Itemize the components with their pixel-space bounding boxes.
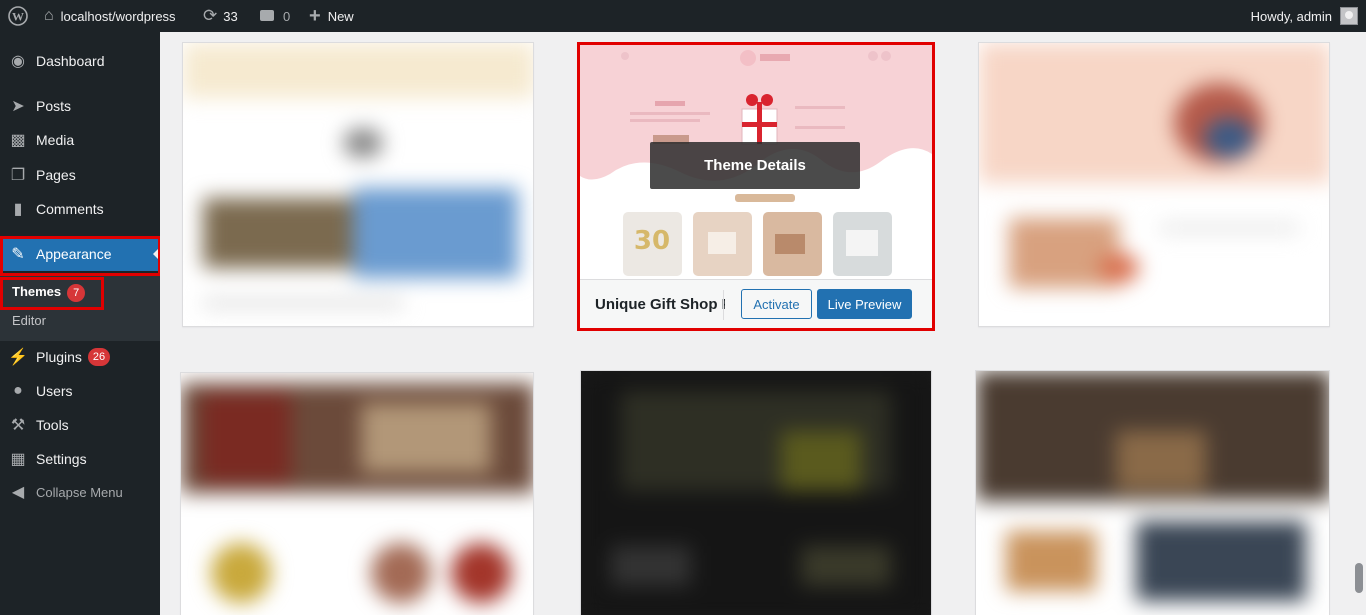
wrench-icon: ⚒ [10,417,26,434]
sidebar-item-label: Plugins [36,349,82,365]
page-scrollbar[interactable] [1352,32,1366,615]
theme-card[interactable] [180,372,534,615]
sidebar-item-label: Tools [36,417,69,433]
sidebar-item-comments[interactable]: ▮ Comments [0,192,160,226]
site-name: localhost/wordpress [60,8,176,24]
settings-sliders-icon: ▦ [10,451,26,468]
activate-button[interactable]: Activate [741,289,812,319]
admin-sidebar: ◉ Dashboard ➤ Posts ▩ Media ❐ Pages ▮ Co… [0,32,160,615]
my-account-link[interactable]: Howdy, admin [1251,0,1358,32]
sidebar-item-label: Comments [36,201,104,217]
sidebar-item-label: Media [36,132,75,148]
sidebar-item-label: Collapse Menu [36,484,123,500]
collapse-arrow-icon: ◀ [11,484,25,501]
comments-link[interactable]: 0 [260,0,290,32]
themes-update-badge: 7 [67,284,86,302]
wordpress-logo-icon[interactable]: W [8,0,28,32]
submenu-item-themes[interactable]: Themes 7 [12,284,86,302]
sidebar-item-label: Settings [36,451,87,467]
sidebar-item-label: Users [36,383,73,399]
sidebar-item-settings[interactable]: ▦ Settings [0,442,160,476]
balloon-number: 30 [634,226,670,256]
howdy-text: Howdy, admin [1250,8,1332,24]
svg-text:W: W [12,10,24,24]
comment-bubble-icon [260,9,274,21]
appearance-submenu: Themes 7 Editor [0,276,160,341]
updates-count: 33 [223,8,238,24]
dashboard-gauge-icon: ◉ [11,53,25,70]
themes-grid: 30 Theme Details Unique Gift Shop Pro Ac… [160,32,1352,615]
plus-icon: + [309,5,321,27]
sidebar-item-label: Posts [36,98,72,114]
site-home-link[interactable]: ⌂ localhost/wordpress [44,0,176,32]
submenu-item-label: Themes [12,284,62,299]
theme-details-label: Theme Details [704,157,806,174]
theme-card[interactable] [580,370,932,615]
avatar [1340,7,1358,25]
theme-details-overlay[interactable]: Theme Details [650,142,860,189]
theme-screenshot [979,43,1329,326]
pages-icon: ❐ [10,167,26,184]
live-preview-button[interactable]: Live Preview [817,289,912,319]
updates-icon: ⟳ [203,6,218,25]
theme-screenshot [181,373,533,615]
sidebar-item-label: Dashboard [36,53,105,69]
comments-count: 0 [283,8,291,24]
plugins-update-badge: 26 [87,348,111,366]
theme-card-footer: Unique Gift Shop Pro Activate Live Previ… [580,279,932,329]
sidebar-item-label: Pages [36,167,76,183]
sidebar-item-dashboard[interactable]: ◉ Dashboard [0,44,160,78]
collapse-menu-button[interactable]: ◀ Collapse Menu [0,475,160,509]
media-icon: ▩ [10,132,26,149]
theme-name: Unique Gift Shop Pro [595,296,725,313]
theme-card[interactable] [978,42,1330,327]
home-icon: ⌂ [44,7,54,24]
updates-link[interactable]: ⟳ 33 [203,0,238,32]
featured-theme-card[interactable]: 30 Theme Details Unique Gift Shop Pro Ac… [580,44,932,329]
theme-screenshot [183,43,533,326]
scrollbar-thumb[interactable] [1355,563,1363,593]
theme-screenshot [976,371,1329,615]
theme-screenshot [581,371,931,615]
submenu-item-editor[interactable]: Editor [12,313,46,328]
sidebar-item-label: Appearance [36,246,112,262]
sidebar-item-appearance[interactable]: ✎ Appearance [0,237,160,271]
sidebar-item-users[interactable]: ● Users [0,374,160,408]
paintbrush-icon: ✎ [11,246,25,263]
sidebar-item-media[interactable]: ▩ Media [0,123,160,157]
sidebar-item-tools[interactable]: ⚒ Tools [0,408,160,442]
theme-card[interactable] [975,370,1330,615]
theme-card[interactable] [182,42,534,327]
user-icon: ● [13,382,23,399]
pushpin-icon: ➤ [11,98,25,115]
sidebar-item-posts[interactable]: ➤ Posts [0,89,160,123]
submenu-item-label: Editor [12,313,46,328]
plugin-icon: ⚡ [8,349,28,366]
sidebar-item-plugins[interactable]: ⚡ Plugins 26 [0,340,160,374]
comment-bubble-icon: ▮ [13,201,23,218]
new-content-link[interactable]: + New [309,0,354,32]
sidebar-item-pages[interactable]: ❐ Pages [0,158,160,192]
admin-bar: W ⌂ localhost/wordpress ⟳ 33 0 + New How… [0,0,1366,32]
new-label: New [327,8,354,24]
